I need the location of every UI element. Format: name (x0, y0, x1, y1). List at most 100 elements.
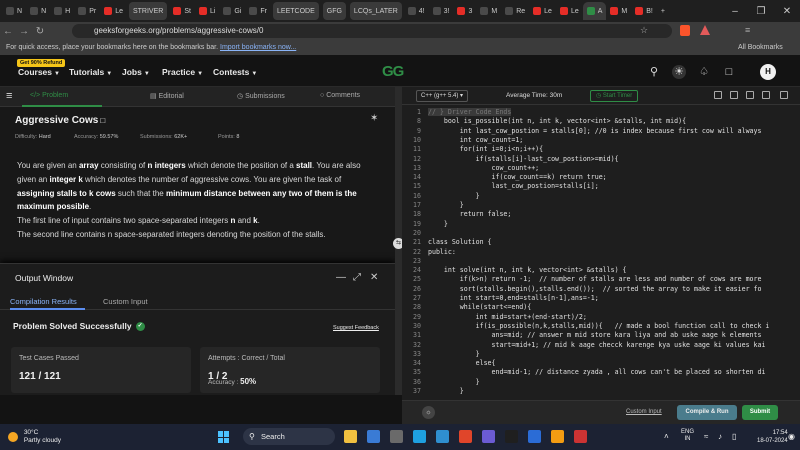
bookmark-icon[interactable]: □ (100, 116, 105, 125)
notifications-icon[interactable]: ◉ (788, 432, 795, 441)
close-window-icon[interactable]: ✕ (774, 0, 800, 22)
tab-compilation-results[interactable]: Compilation Results (10, 297, 77, 306)
taskbar-app-icon[interactable] (436, 430, 449, 443)
browser-tab[interactable]: B! (631, 2, 657, 20)
minimize-icon[interactable]: – (722, 0, 748, 22)
browser-tab[interactable]: St (169, 2, 195, 20)
theme-toggle-icon[interactable]: ☀ (672, 65, 686, 79)
taskbar-app-icon[interactable] (505, 430, 518, 443)
taskbar-app-icon[interactable] (551, 430, 564, 443)
language-select[interactable]: C++ (g++ 5.4) ▾ (416, 90, 469, 102)
line-number: 23 (413, 256, 421, 265)
start-button-icon[interactable] (218, 431, 230, 443)
hamburger-icon[interactable]: ≡ (6, 90, 12, 102)
browser-tab[interactable]: H (50, 2, 74, 20)
expand-icon[interactable]: ⤢ (353, 272, 361, 283)
theme-icon[interactable] (780, 91, 788, 99)
speaker-icon[interactable]: ♪ (718, 432, 722, 441)
settings-icon[interactable] (762, 91, 770, 99)
browser-tab[interactable]: Le (556, 2, 583, 20)
browser-tab[interactable]: Le (529, 2, 556, 20)
taskbar-app-icon[interactable] (528, 430, 541, 443)
search-icon[interactable]: ⚲ (647, 65, 661, 79)
chat-icon[interactable]: □ (722, 65, 736, 79)
url-field[interactable]: geeksforgeeks.org/problems/aggressive-co… (72, 24, 672, 38)
all-bookmarks-button[interactable]: All Bookmarks (738, 40, 783, 55)
taskbar-app-icon[interactable] (482, 430, 495, 443)
new-tab-icon[interactable]: + (657, 2, 669, 20)
browser-tab[interactable]: Le (100, 2, 127, 20)
taskbar-app-icon[interactable] (367, 430, 380, 443)
avatar[interactable]: H (760, 64, 776, 80)
taskbar-app-icon[interactable] (459, 430, 472, 443)
submit-button[interactable]: Submit (742, 405, 778, 420)
browser-tab[interactable]: Gi (219, 2, 245, 20)
lightbulb-icon[interactable]: ☼ (422, 406, 435, 419)
taskbar-search[interactable]: ⚲ Search (243, 428, 335, 445)
browser-tab[interactable]: 3 (453, 2, 476, 20)
fullscreen-icon[interactable] (746, 91, 754, 99)
browser-tab[interactable]: Fr (245, 2, 271, 20)
menu-icon[interactable]: ≡ (745, 25, 750, 35)
refund-badge[interactable]: Get 90% Refund (17, 59, 66, 67)
menu-jobs[interactable]: Jobs ▼ (122, 67, 150, 77)
browser-tab[interactable]: M (606, 2, 631, 20)
restore-icon[interactable]: ❐ (748, 0, 774, 22)
code-text: int mid=start+(end-start)/2; (428, 312, 587, 321)
clock[interactable]: 17:54 18-07-2024 (757, 429, 788, 445)
browser-tab[interactable]: A (582, 2, 607, 20)
brave-rewards-icon[interactable] (700, 25, 710, 35)
language-indicator[interactable]: ENG IN (681, 429, 694, 443)
import-bookmarks-link[interactable]: Import bookmarks now... (220, 44, 296, 51)
menu-practice[interactable]: Practice ▼ (162, 67, 203, 77)
copy-icon[interactable] (714, 91, 722, 99)
taskbar-app-icon[interactable] (390, 430, 403, 443)
menu-courses[interactable]: Courses ▼ (18, 67, 60, 77)
bug-report-icon[interactable]: ✶ (370, 113, 378, 124)
tab-comments[interactable]: ○ Comments (320, 92, 360, 99)
bell-icon[interactable]: ♤ (697, 65, 711, 79)
reset-icon[interactable] (730, 91, 738, 99)
menu-tutorials[interactable]: Tutorials ▼ (69, 67, 112, 77)
tab-editorial[interactable]: ▤ Editorial (150, 92, 184, 100)
tab-favicon-icon (559, 7, 568, 15)
compile-run-button[interactable]: Compile & Run (677, 405, 737, 420)
line-number: 11 (413, 145, 421, 154)
tab-custom-input[interactable]: Custom Input (103, 297, 148, 306)
browser-tab[interactable]: STRIVER (128, 2, 168, 20)
browser-tab[interactable]: 4! (404, 2, 429, 20)
forward-icon[interactable]: → (16, 26, 32, 37)
back-icon[interactable]: ← (0, 26, 16, 37)
minimize-panel-icon[interactable]: — (336, 272, 346, 283)
brave-shield-icon[interactable] (680, 25, 690, 36)
start-timer-button[interactable]: ◷ Start Timer (590, 90, 639, 102)
browser-tab[interactable]: LCQs_LATER (349, 2, 402, 20)
bookmark-star-icon[interactable]: ☆ (640, 25, 648, 36)
wifi-icon[interactable]: ≈ (704, 432, 708, 441)
browser-tab[interactable]: Pr (74, 2, 100, 20)
code-editor[interactable]: 1// } Driver Code Ends 8 bool is_possible… (402, 105, 800, 395)
weather-widget[interactable]: 30°C Partly cloudy (8, 429, 61, 445)
browser-tab[interactable]: 3! (429, 2, 454, 20)
taskbar-app-icon[interactable] (413, 430, 426, 443)
browser-tab[interactable]: N (26, 2, 50, 20)
gfg-logo[interactable]: GG (382, 63, 404, 80)
menu-contests[interactable]: Contests ▼ (213, 67, 257, 77)
custom-input-link[interactable]: Custom Input (626, 409, 662, 415)
browser-tab[interactable]: LEETCODE (273, 2, 319, 20)
taskbar-app-icon[interactable] (344, 430, 357, 443)
suggest-feedback-link[interactable]: Suggest Feedback (333, 325, 379, 331)
panel-divider[interactable]: ⇆ (393, 87, 404, 395)
tab-problem[interactable]: </> Problem (30, 92, 68, 99)
browser-tab[interactable]: Re (501, 2, 529, 20)
browser-tab[interactable]: M (476, 2, 501, 20)
reload-icon[interactable]: ↻ (32, 26, 48, 37)
taskbar-app-icon[interactable] (574, 430, 587, 443)
browser-tab[interactable]: Li (195, 2, 219, 20)
battery-icon[interactable]: ▯ (732, 432, 736, 441)
chevron-up-icon[interactable]: ˄ (664, 432, 669, 441)
browser-tab[interactable]: GFG (322, 2, 346, 20)
close-icon[interactable]: ✕ (370, 272, 378, 283)
tab-submissions[interactable]: ◷ Submissions (237, 92, 285, 100)
browser-tab[interactable]: N (2, 2, 26, 20)
